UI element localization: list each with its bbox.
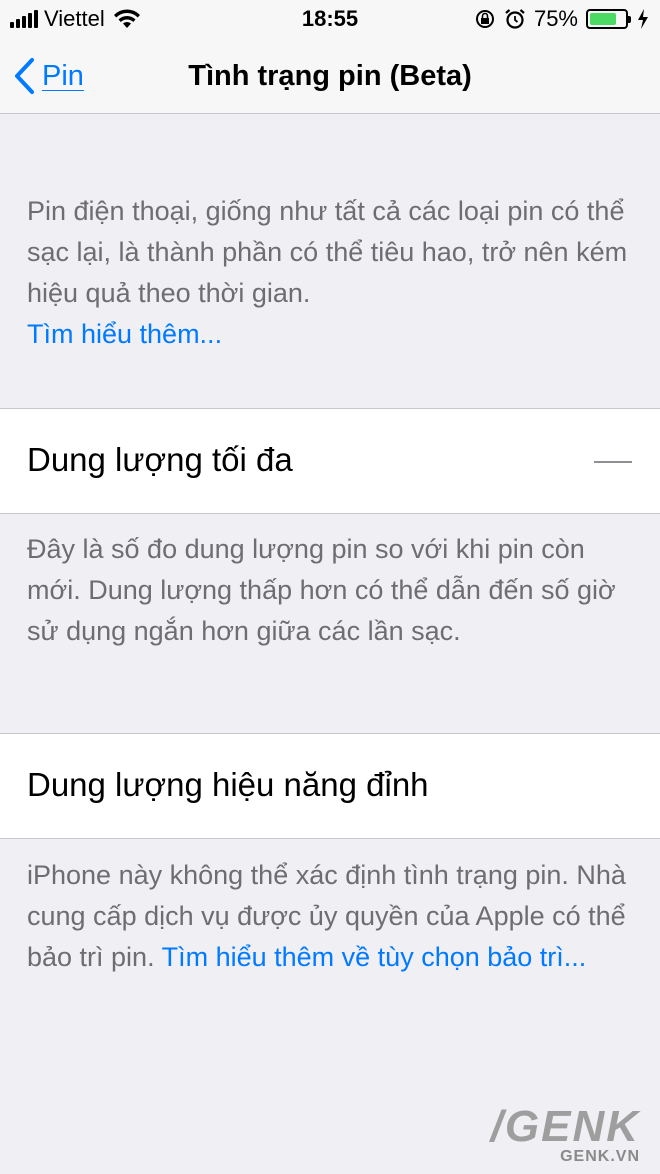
navigation-bar: Pin Tình trạng pin (Beta)	[0, 40, 660, 114]
max-capacity-label: Dung lượng tối đa	[27, 441, 293, 478]
status-right: 75%	[474, 6, 650, 32]
peak-performance-description: iPhone này không thể xác định tình trạng…	[27, 855, 637, 978]
alarm-icon	[505, 9, 525, 29]
genk-watermark: /GENK GENK.VN	[491, 1102, 640, 1166]
orientation-lock-icon	[475, 10, 494, 28]
max-capacity-description: Đây là số đo dung lượng pin so với khi p…	[27, 534, 616, 646]
max-capacity-value-dash	[594, 461, 632, 463]
battery-percentage: 75%	[533, 6, 578, 31]
page-title: Tình trạng pin (Beta)	[188, 60, 472, 92]
battery-fill	[590, 13, 616, 25]
intro-text: Pin điện thoại, giống như tất cả các loạ…	[27, 196, 628, 308]
max-capacity-cell: Dung lượng tối đa	[0, 408, 660, 514]
charging-bolt-icon	[638, 9, 648, 29]
intro-description: Pin điện thoại, giống như tất cả các loạ…	[27, 191, 637, 355]
watermark-logo: /GENK	[490, 1102, 640, 1151]
learn-more-link[interactable]: Tìm hiểu thêm...	[27, 319, 222, 349]
status-bar: Viettel 18:55 75%	[0, 0, 660, 40]
peak-performance-cell: Dung lượng hiệu năng đỉnh	[0, 733, 660, 839]
service-options-link[interactable]: Tìm hiểu thêm về tùy chọn bảo trì...	[162, 942, 587, 972]
peak-performance-label: Dung lượng hiệu năng đỉnh	[27, 766, 429, 803]
battery-icon	[586, 9, 631, 29]
